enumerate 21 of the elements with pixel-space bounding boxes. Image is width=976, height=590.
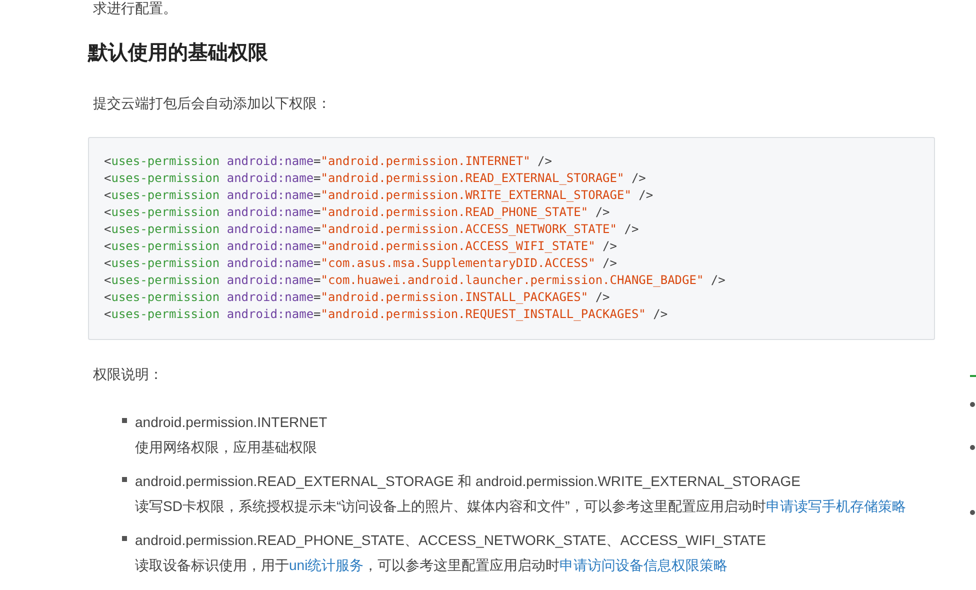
permission-description: 使用网络权限，应用基础权限	[135, 438, 318, 457]
bullet-icon	[122, 536, 127, 541]
paragraph-text: 提交云端打包后会自动添加以下权限：	[92, 94, 332, 113]
section-heading: 默认使用的基础权限	[88, 41, 269, 66]
permission-description: 读写SD卡权限，系统授权提示未“访问设备上的照片、媒体内容和文件”，可以参考这里配置应用启动时申请读写手机存储策略	[135, 497, 907, 516]
bullet-icon	[122, 477, 127, 482]
link[interactable]: 申请读写手机存储策略	[766, 498, 906, 514]
bullet-icon	[122, 418, 127, 423]
paragraph-text: 权限说明：	[92, 365, 164, 384]
link[interactable]: uni统计服务	[289, 557, 364, 573]
code-block: <uses-permission android:name="android.permission.INTERNET" /> <uses-permission android:name="android.permission.READ_EXTERNAL_STORAGE" /> <uses-permission android:name="android.permission.WRITE_EXTERNAL_STORAGE" /> <uses-permission android:name="android.permission.READ_PHONE_STATE" /> <uses-permission android:name="android.permission.ACCESS_NETWORK_STATE" /> <uses-permission android:name="android.permission.ACCESS_WIFI_STATE" /> <uses-permission android:name="com.asus.msa.SupplementaryDID.ACCESS" /> <uses-permission android:name="com.huawei.android.launcher.permission.CHANGE_BADGE" /> <uses-permission android:name="android.permission.INSTALL_PACKAGES" /> <uses-permission android:name="android.permission.REQUEST_INSTALL_PACKAGES" />	[88, 137, 935, 340]
link[interactable]: 申请访问设备信息权限策略	[560, 557, 728, 573]
permission-name: android.permission.INTERNET	[135, 413, 328, 432]
permission-name: android.permission.READ_EXTERNAL_STORAGE 和 android.permission.WRITE_EXTERNAL_STORAGE	[135, 472, 802, 491]
bullet-icon	[970, 510, 975, 515]
permission-description: 读取设备标识使用，用于uni统计服务，可以参考这里配置应用启动时申请访问设备信息权限策略	[135, 556, 729, 575]
active-marker	[970, 375, 976, 377]
bullet-icon	[970, 402, 975, 407]
paragraph-text: 求进行配置。	[92, 0, 178, 16]
bullet-icon	[970, 445, 975, 450]
permission-name: android.permission.READ_PHONE_STATE、ACCESS_NETWORK_STATE、ACCESS_WIFI_STATE	[135, 531, 767, 550]
